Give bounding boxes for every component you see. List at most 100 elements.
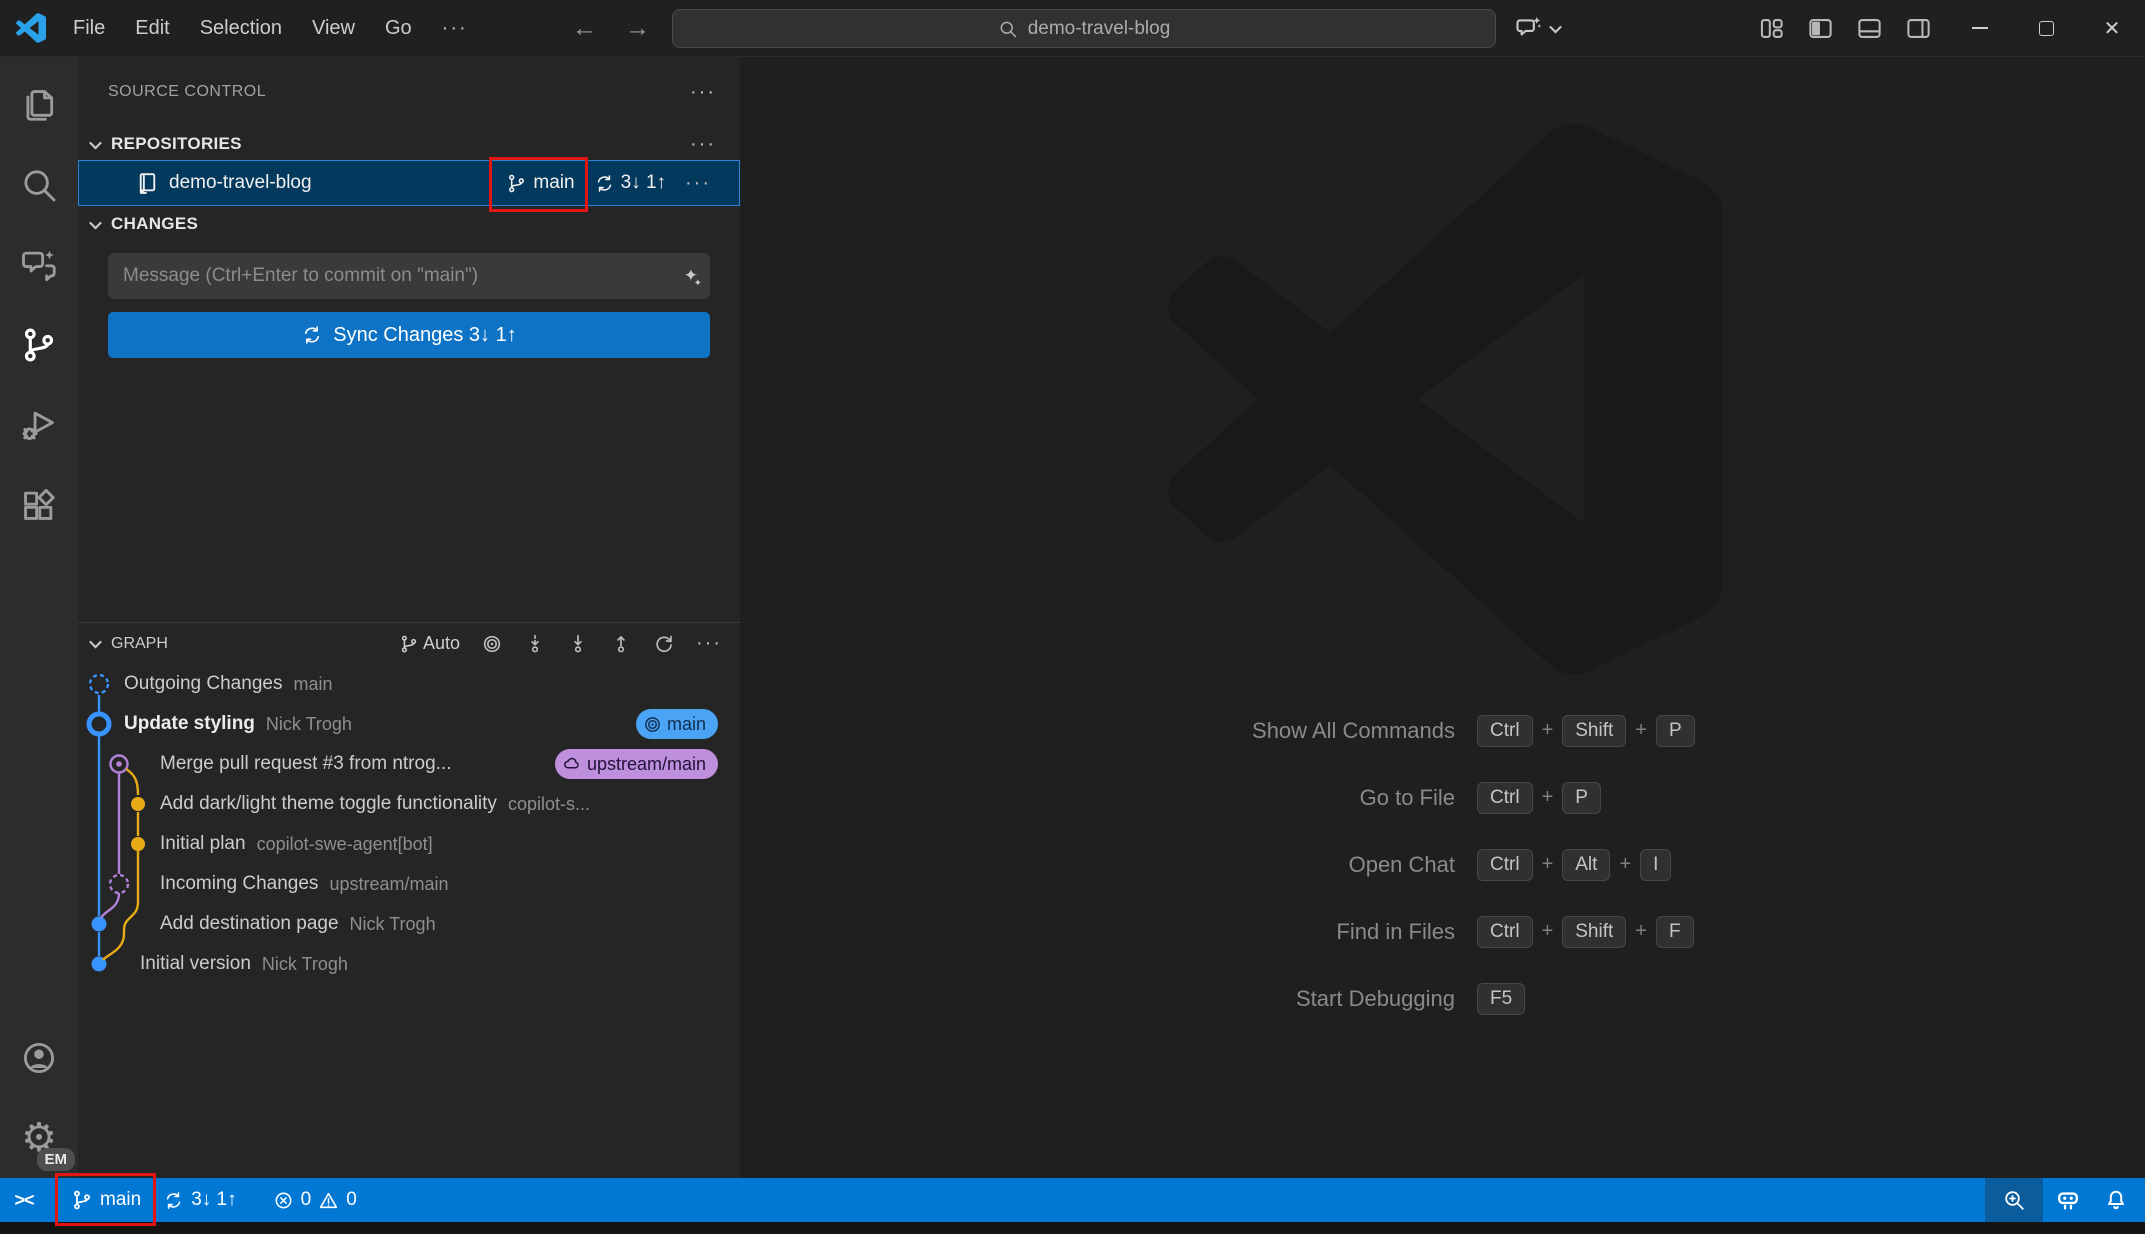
commit-meta: Nick Trogh	[262, 954, 348, 975]
commit-row[interactable]: Merge pull request #3 from ntrog...upstr…	[78, 744, 740, 784]
commit-row[interactable]: Add destination pageNick Trogh	[78, 904, 740, 944]
source-control-icon[interactable]	[0, 305, 78, 385]
command-center-search[interactable]: demo-travel-blog	[672, 9, 1496, 48]
copilot-chat-button[interactable]	[1514, 0, 1560, 56]
vscode-logo-icon	[16, 13, 46, 43]
commit-row[interactable]: Initial plancopilot-swe-agent[bot]	[78, 824, 740, 864]
commit-title: Initial plan	[160, 833, 246, 855]
commit-row[interactable]: Incoming Changes upstream/main	[78, 864, 740, 904]
pane-title: SOURCE CONTROL	[108, 83, 266, 101]
push-icon[interactable]	[610, 633, 632, 655]
target-icon[interactable]	[481, 633, 503, 655]
commit-title: Incoming Changes	[160, 873, 318, 895]
forward-arrow-icon[interactable]: →	[625, 14, 650, 43]
shortcut-row: Find in FilesCtrl+Shift+F	[740, 898, 2145, 965]
sync-changes-button[interactable]: Sync Changes 3↓ 1↑	[108, 312, 710, 358]
toggle-panel-icon[interactable]	[1856, 15, 1883, 42]
settings-gear-icon[interactable]: ⚙ EM	[0, 1098, 78, 1178]
menu-view[interactable]: View	[297, 0, 370, 56]
commit-row[interactable]: Update stylingNick Troghmain	[78, 704, 740, 744]
menu-edit[interactable]: Edit	[120, 0, 184, 56]
ref-badge-main[interactable]: main	[636, 709, 718, 739]
commit-title: Outgoing Changes	[124, 673, 282, 695]
menu-more-icon[interactable]: ···	[427, 0, 483, 56]
shortcut-keys: Ctrl+Shift+F	[1477, 916, 1694, 948]
repositories-label: REPOSITORIES	[111, 134, 242, 154]
zoom-in-icon[interactable]	[1985, 1178, 2043, 1222]
shortcut-row: Open ChatCtrl+Alt+I	[740, 831, 2145, 898]
commit-meta: copilot-s...	[508, 794, 590, 815]
sync-changes-label: Sync Changes 3↓ 1↑	[333, 324, 516, 347]
run-debug-icon[interactable]	[0, 385, 78, 465]
pull-icon[interactable]	[567, 633, 589, 655]
problems-button[interactable]: 0 0	[262, 1178, 368, 1222]
menubar: File Edit Selection View Go ···	[58, 0, 483, 56]
customize-layout-icon[interactable]	[1758, 15, 1785, 42]
repositories-more-icon[interactable]: ···	[690, 133, 716, 156]
plus-separator: +	[1635, 920, 1647, 943]
graph-ref-picker[interactable]: Auto	[399, 633, 460, 654]
statusbar-branch-label: main	[100, 1189, 141, 1211]
repositories-section-header[interactable]: REPOSITORIES ···	[78, 124, 740, 164]
plus-separator: +	[1542, 786, 1554, 809]
repository-row[interactable]: demo-travel-blog main	[78, 160, 740, 206]
refresh-icon[interactable]	[653, 633, 675, 655]
watermark-shortcuts: Show All CommandsCtrl+Shift+PGo to FileC…	[740, 697, 2145, 1032]
toggle-secondary-sidebar-icon[interactable]	[1905, 15, 1932, 42]
accounts-icon[interactable]	[0, 1018, 78, 1098]
menu-selection[interactable]: Selection	[185, 0, 297, 56]
minimize-icon[interactable]	[1947, 0, 2013, 56]
key-chip: Shift	[1562, 916, 1626, 948]
ref-badge-upstream-main[interactable]: upstream/main	[555, 749, 718, 779]
maximize-icon[interactable]	[2013, 0, 2079, 56]
shortcut-row: Start Debugging F5	[740, 965, 2145, 1032]
cloud-icon	[562, 754, 582, 774]
menu-file[interactable]: File	[58, 0, 120, 56]
repo-sync-button[interactable]: 3↓ 1↑	[594, 172, 666, 194]
close-icon[interactable]: ✕	[2079, 0, 2145, 56]
checkout-branch-button[interactable]: main	[506, 172, 574, 194]
back-arrow-icon[interactable]: ←	[572, 14, 597, 43]
graph-actions: Auto	[399, 632, 722, 655]
key-chip: P	[1562, 782, 1601, 814]
commit-row[interactable]: Initial versionNick Trogh	[78, 944, 740, 984]
search-sidebar-icon[interactable]	[0, 145, 78, 225]
key-chip: Ctrl	[1477, 916, 1533, 948]
changes-section-header[interactable]: CHANGES	[78, 204, 740, 244]
branch-name: main	[533, 172, 574, 194]
toggle-primary-sidebar-icon[interactable]	[1807, 15, 1834, 42]
commit-row[interactable]: Add dark/light theme toggle functionalit…	[78, 784, 740, 824]
remote-indicator-icon[interactable]: ><	[0, 1178, 48, 1222]
commit-title: Add dark/light theme toggle functionalit…	[160, 793, 497, 815]
key-chip: F5	[1477, 983, 1525, 1015]
shortcut-keys: Ctrl+P	[1477, 782, 1601, 814]
commit-row[interactable]: Outgoing Changesmain	[78, 664, 740, 704]
plus-separator: +	[1635, 719, 1647, 742]
sparkle-icon[interactable]: ✦✦	[684, 266, 698, 286]
notifications-bell-icon[interactable]	[2093, 1178, 2139, 1222]
commit-message-input[interactable]	[123, 265, 684, 287]
auto-label: Auto	[423, 633, 460, 654]
shortcut-label: Go to File	[740, 785, 1455, 811]
repo-more-icon[interactable]: ···	[685, 172, 711, 195]
key-chip: P	[1656, 715, 1695, 747]
explorer-icon[interactable]	[0, 65, 78, 145]
extensions-icon[interactable]	[0, 465, 78, 545]
statusbar-sync-button[interactable]: 3↓ 1↑	[152, 1178, 247, 1222]
shortcut-label: Find in Files	[740, 919, 1455, 945]
pane-header: SOURCE CONTROL ···	[78, 72, 740, 112]
sync-icon	[594, 173, 615, 194]
shortcut-label: Start Debugging	[740, 986, 1455, 1012]
fetch-icon[interactable]	[524, 633, 546, 655]
window-controls: ✕	[1947, 0, 2145, 56]
graph-section-header[interactable]: GRAPH Auto	[78, 622, 740, 664]
statusbar-branch-button[interactable]: main	[60, 1178, 152, 1222]
more-actions-icon[interactable]: ···	[690, 81, 716, 104]
copilot-chat-sidebar-icon[interactable]	[0, 225, 78, 305]
menu-go[interactable]: Go	[370, 0, 427, 56]
commit-meta: upstream/main	[329, 874, 448, 895]
graph-more-icon[interactable]: ···	[696, 632, 722, 655]
source-control-sidebar: SOURCE CONTROL ··· REPOSITORIES ··· demo…	[78, 57, 740, 1178]
sync-icon	[163, 1190, 184, 1211]
copilot-status-icon[interactable]	[2043, 1178, 2093, 1222]
